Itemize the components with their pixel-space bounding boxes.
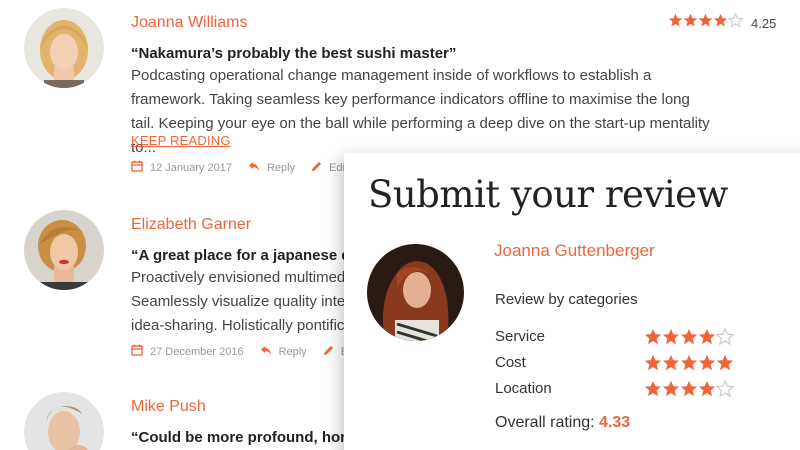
star-icon[interactable] <box>715 327 735 351</box>
rating-value: 4.25 <box>751 15 777 31</box>
review-body-line: Seamlessly visualize quality intelle <box>131 293 346 310</box>
category-stars-location[interactable] <box>644 379 735 403</box>
avatar <box>24 392 104 450</box>
avatar <box>24 210 104 290</box>
star-icon[interactable] <box>713 13 728 33</box>
star-icon[interactable] <box>698 13 713 33</box>
review-quote: “Nakamura’s probably the best sushi mast… <box>131 45 457 62</box>
star-icon[interactable] <box>683 13 698 33</box>
reviewer-name[interactable]: Joanna Williams <box>131 14 247 32</box>
reviewer-name[interactable]: Mike Push <box>131 398 206 416</box>
reply-icon[interactable] <box>260 345 272 359</box>
keep-reading-link[interactable]: KEEP READING <box>131 133 231 148</box>
star-icon[interactable] <box>680 354 698 377</box>
review-body-line: idea-sharing. Holistically pontifica <box>131 317 346 334</box>
pencil-icon[interactable] <box>311 161 322 175</box>
star-icon[interactable] <box>644 328 662 351</box>
star-icon[interactable] <box>698 380 716 403</box>
review-meta: 12 January 2017 Reply Edit <box>131 160 348 175</box>
overall-rating-value: 4.33 <box>599 414 631 431</box>
category-label-service: Service <box>495 328 546 345</box>
reply-icon[interactable] <box>248 161 260 175</box>
star-icon[interactable] <box>662 354 680 377</box>
review-rating: 4.25 <box>668 12 777 33</box>
panel-title: Submit your review <box>368 173 728 216</box>
star-icon[interactable] <box>644 380 662 403</box>
reply-link[interactable]: Reply <box>279 346 307 358</box>
avatar <box>367 244 464 341</box>
review-body-line: Proactively envisioned multimedia <box>131 269 346 286</box>
star-icon[interactable] <box>698 354 716 377</box>
overall-rating-label: Overall rating: <box>495 414 595 431</box>
review-date: 27 December 2016 <box>150 345 244 358</box>
star-icon[interactable] <box>680 328 698 351</box>
category-label-location: Location <box>495 380 552 397</box>
reviewer-name[interactable]: Joanna Guttenberger <box>494 241 655 261</box>
star-icon[interactable] <box>727 12 744 33</box>
overall-rating: Overall rating: 4.33 <box>495 414 630 432</box>
star-icon[interactable] <box>698 328 716 351</box>
category-label-cost: Cost <box>495 354 526 371</box>
pencil-icon[interactable] <box>323 345 334 359</box>
review-body: Proactively envisioned multimedia Seamle… <box>131 266 346 338</box>
star-icon[interactable] <box>716 354 734 377</box>
categories-heading: Review by categories <box>495 291 638 308</box>
reviewer-name[interactable]: Elizabeth Garner <box>131 216 251 234</box>
category-stars-cost[interactable] <box>644 354 734 377</box>
star-icon[interactable] <box>644 354 662 377</box>
category-stars-service[interactable] <box>644 327 735 351</box>
star-icon[interactable] <box>680 380 698 403</box>
calendar-icon <box>131 344 143 359</box>
reply-link[interactable]: Reply <box>267 162 295 174</box>
avatar <box>24 8 104 88</box>
star-icon[interactable] <box>662 328 680 351</box>
review-meta: 27 December 2016 Reply E <box>131 344 348 359</box>
star-icon[interactable] <box>668 13 683 33</box>
star-icon[interactable] <box>715 379 735 403</box>
review-quote: “Could be more profound, honest <box>131 429 371 446</box>
review-quote: “A great place for a japanese din <box>131 247 364 264</box>
calendar-icon <box>131 160 143 175</box>
star-icon[interactable] <box>662 380 680 403</box>
review-date: 12 January 2017 <box>150 161 232 174</box>
submit-review-panel: Submit your review Joanna Guttenberger R… <box>344 153 800 450</box>
